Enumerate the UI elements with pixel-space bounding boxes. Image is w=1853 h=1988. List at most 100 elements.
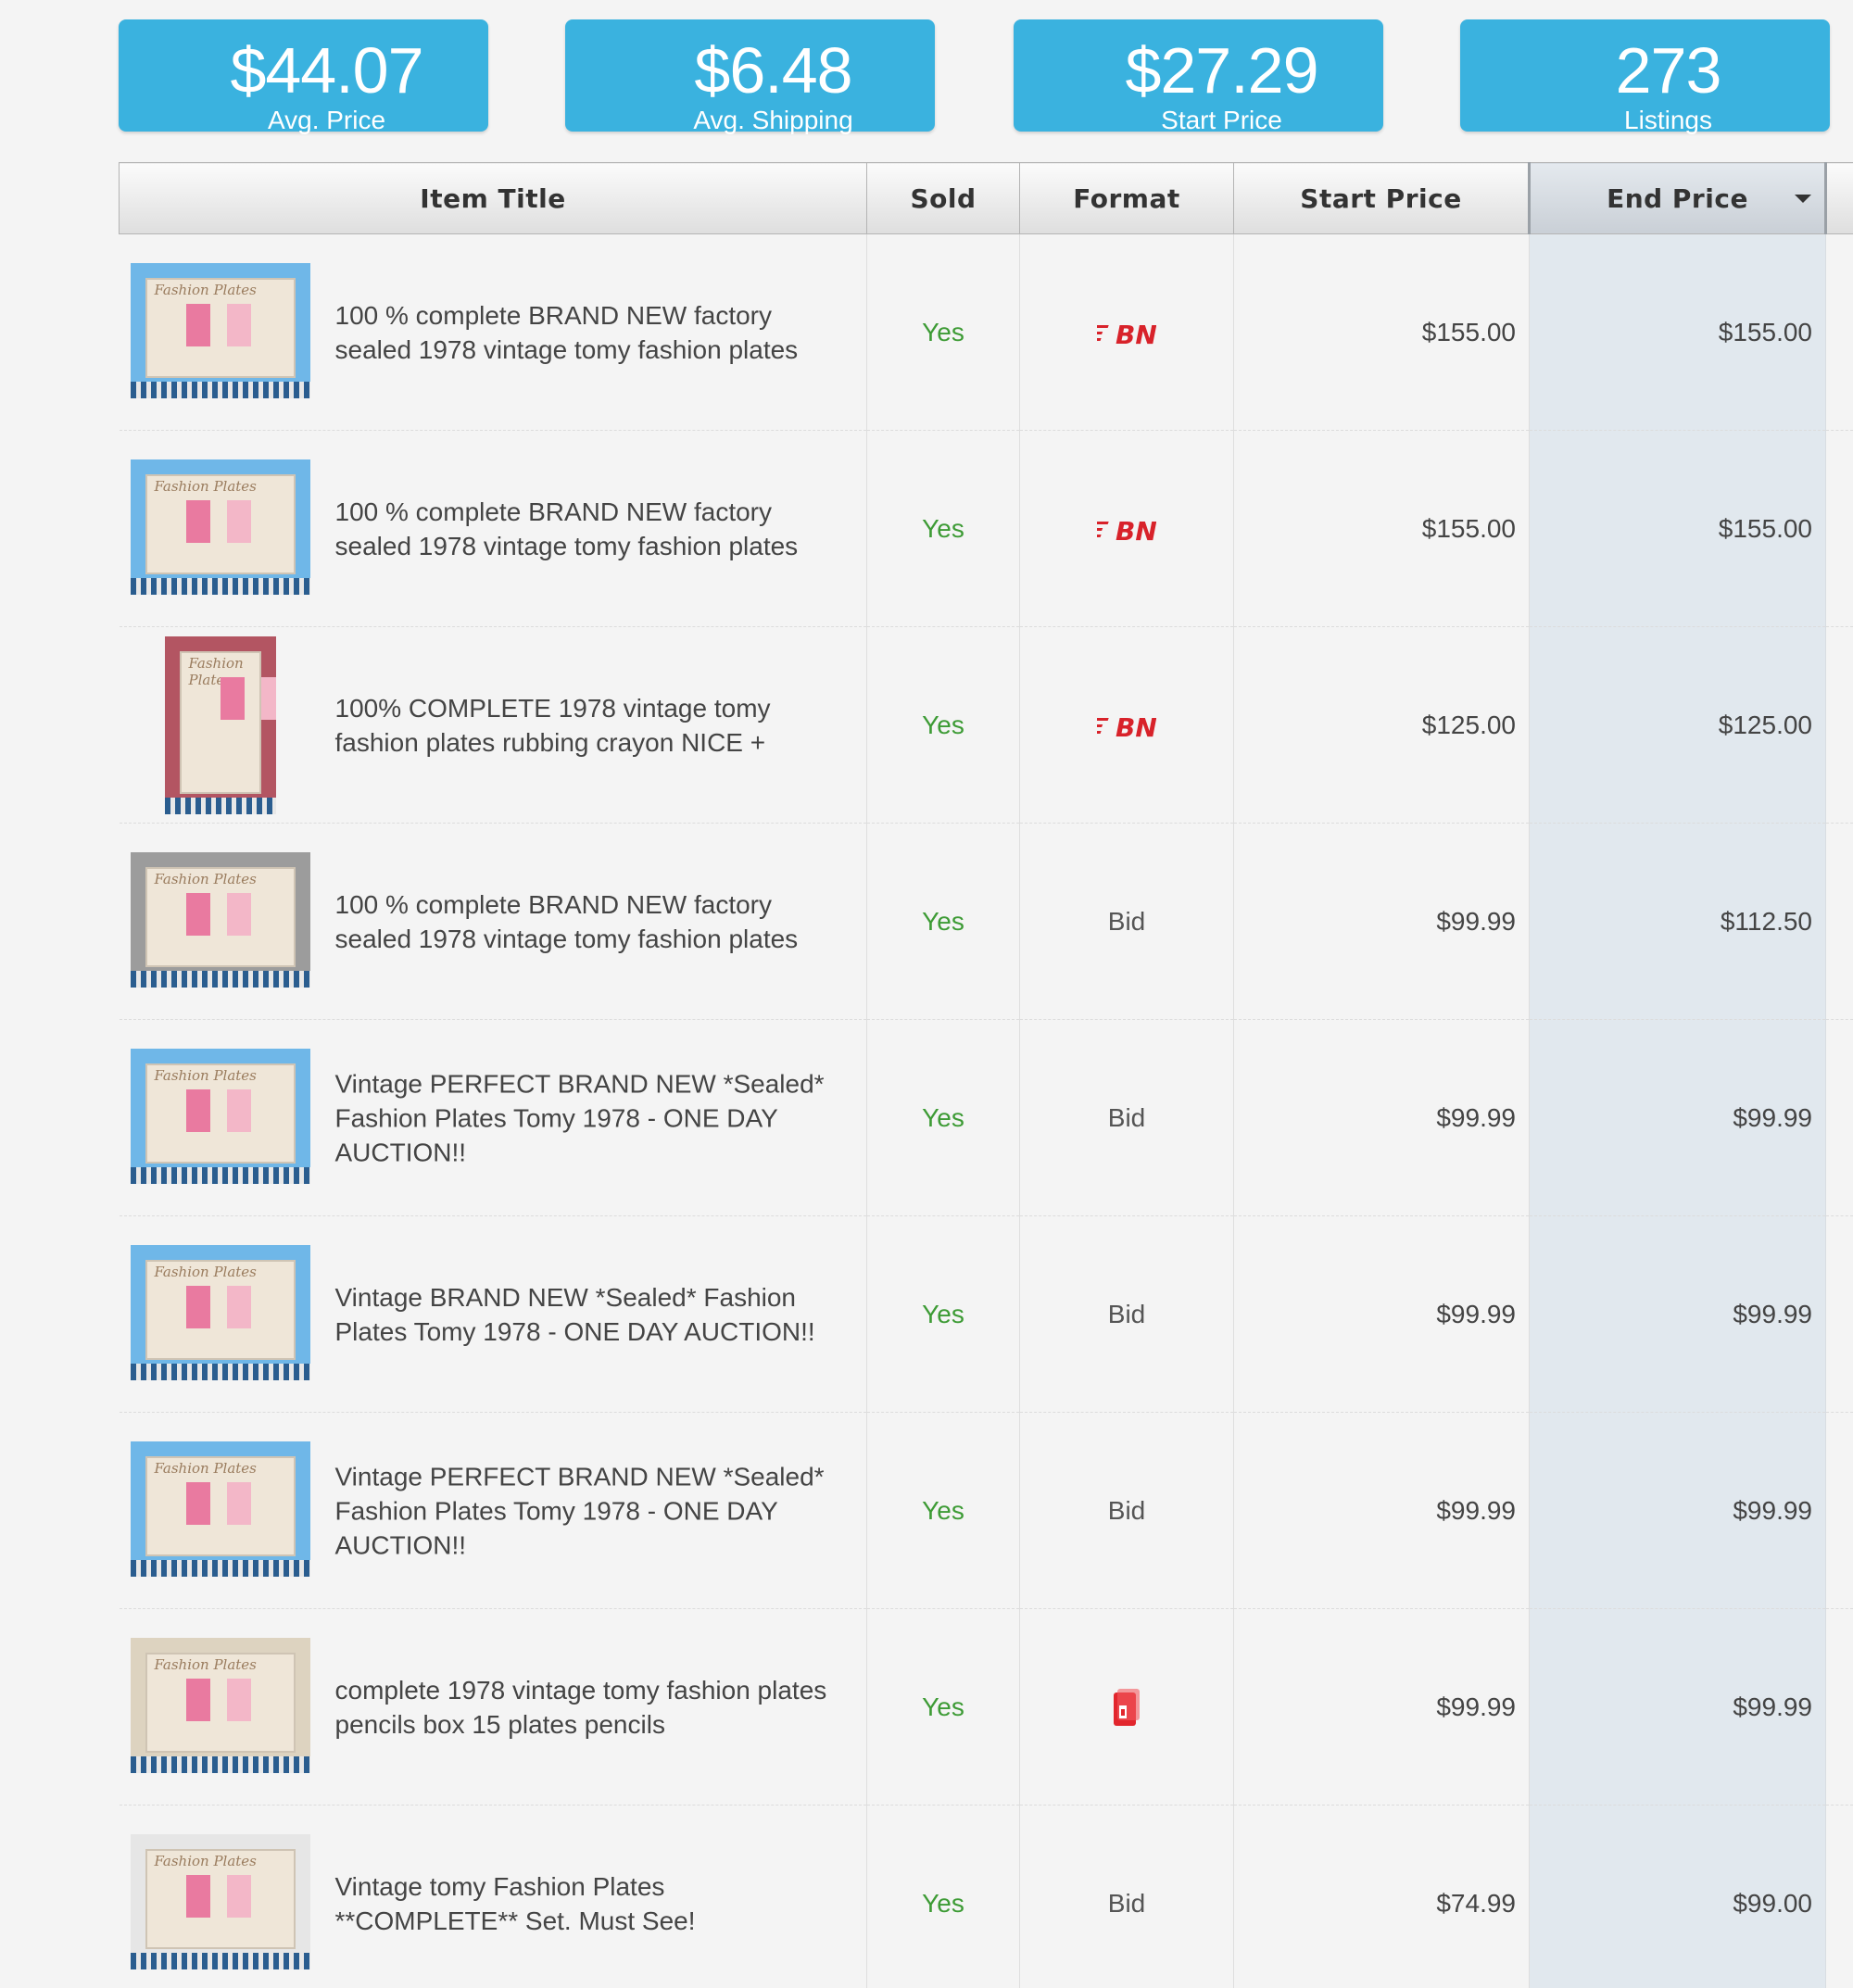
item-title-cell[interactable]: Fashion Plates 100 % complete BRAND NEW … [119,823,867,1020]
table-row[interactable]: Fashion Plates Vintage PERFECT BRAND NEW… [119,1019,1853,1216]
column-header-format[interactable]: Format [1019,162,1234,234]
item-thumbnail[interactable]: Fashion Plates [130,1049,310,1184]
end-price-cell: $99.00 [1529,1805,1826,1988]
column-header-item-title[interactable]: Item Title [119,162,867,234]
thumbnail-detail [226,500,251,543]
format-cell: Bid [1019,823,1234,1020]
thumbnail-caption: Fashion Plates [154,1067,257,1084]
item-title-cell[interactable]: Fashion Plates 100 % complete BRAND NEW … [119,430,867,627]
sold-cell: Yes [866,1215,1020,1413]
stat-label: Avg. Shipping [693,106,853,134]
column-header-sold[interactable]: Sold [866,162,1020,234]
start-price-cell: $74.99 [1233,1805,1530,1988]
table-row[interactable]: Fashion Plates Vintage PERFECT BRAND NEW… [119,1412,1853,1609]
table-row[interactable]: Fashion Plates 100 % complete BRAND NEW … [119,430,1853,627]
item-thumbnail[interactable]: Fashion Plates [164,636,276,814]
stat-value: $27.29 [1125,34,1318,107]
table-row[interactable]: Fashion Plates complete 1978 vintage tom… [119,1608,1853,1806]
item-title-cell[interactable]: Fashion Plates Vintage PERFECT BRAND NEW… [119,1412,867,1609]
stat-value: $6.48 [694,34,852,107]
table-row[interactable]: Fashion Plates Vintage BRAND NEW *Sealed… [119,1215,1853,1413]
thumbnail-detail [185,304,210,346]
summary-stats: $44.07 Avg. Price $6.48 Avg. Shipping $2… [0,0,1853,148]
thumbnail-strip [130,1167,310,1184]
item-thumbnail[interactable]: Fashion Plates [130,1441,310,1577]
sort-down-arrow-icon[interactable] [1795,195,1811,203]
stat-start-price: $27.29 Start Price [1014,19,1383,134]
item-thumbnail[interactable]: Fashion Plates [130,459,310,595]
format-cell: BN [1019,233,1234,431]
item-title-link[interactable]: Vintage PERFECT BRAND NEW *Sealed* Fashi… [335,1066,849,1169]
item-thumbnail[interactable]: Fashion Plates [130,1834,310,1969]
thumbnail-detail [260,677,276,720]
item-title-cell[interactable]: Fashion Plates 100 % complete BRAND NEW … [119,233,867,431]
item-title-cell[interactable]: Fashion Plates 100% COMPLETE 1978 vintag… [119,626,867,824]
extra-cell [1825,1215,1853,1413]
end-price-cell: $99.99 [1529,1608,1826,1806]
column-header-start-price[interactable]: Start Price [1233,162,1530,234]
thumbnail-detail [185,893,210,936]
item-thumbnail[interactable]: Fashion Plates [130,263,310,398]
sold-cell: Yes [866,1805,1020,1988]
thumbnail-caption: Fashion Plates [154,282,257,298]
start-price-cell: $125.00 [1233,626,1530,824]
format-label: BN [1116,712,1156,741]
stat-avg-price: $44.07 Avg. Price [119,19,488,134]
thumbnail-caption: Fashion Plates [154,478,257,495]
thumbnail-detail [185,1875,210,1918]
item-title-link[interactable]: complete 1978 vintage tomy fashion plate… [335,1673,849,1742]
item-thumbnail[interactable]: Fashion Plates [130,1638,310,1773]
listings-table-container: Item Title Sold Format Start Price End P… [119,162,1853,1988]
item-title-link[interactable]: 100 % complete BRAND NEW factory sealed … [335,495,849,563]
format-label: Bid [1107,1495,1146,1525]
thumbnail-caption: Fashion Plates [154,1656,257,1673]
table-row[interactable]: Fashion Plates Vintage tomy Fashion Plat… [119,1805,1853,1988]
end-price-cell: $155.00 [1529,233,1826,431]
format-label: Bid [1107,906,1146,936]
column-header-end-price[interactable]: End Price [1528,162,1827,234]
format-cell: BN [1019,626,1234,824]
thumbnail-detail [185,1089,210,1132]
buy-it-now-icon: BN [1097,712,1156,741]
end-price-cell: $125.00 [1529,626,1826,824]
listings-table: Item Title Sold Format Start Price End P… [119,162,1853,1988]
start-price-cell: $99.99 [1233,823,1530,1020]
format-cell: Bid [1019,1412,1234,1609]
sold-cell: Yes [866,430,1020,627]
table-row[interactable]: Fashion Plates 100% COMPLETE 1978 vintag… [119,626,1853,824]
end-price-cell: $112.50 [1529,823,1826,1020]
format-cell: Bid [1019,1805,1234,1988]
item-thumbnail[interactable]: Fashion Plates [130,852,310,988]
stat-value: $44.07 [230,34,423,107]
item-title-link[interactable]: Vintage BRAND NEW *Sealed* Fashion Plate… [335,1280,849,1349]
start-price-cell: $99.99 [1233,1215,1530,1413]
buy-it-now-icon: BN [1097,516,1156,545]
item-title-link[interactable]: 100 % complete BRAND NEW factory sealed … [335,887,849,956]
item-title-link[interactable]: Vintage PERFECT BRAND NEW *Sealed* Fashi… [335,1459,849,1562]
thumbnail-detail [226,1286,251,1328]
table-row[interactable]: Fashion Plates 100 % complete BRAND NEW … [119,823,1853,1020]
thumbnail-strip [130,1756,310,1773]
item-title-cell[interactable]: Fashion Plates complete 1978 vintage tom… [119,1608,867,1806]
format-cell: BN [1019,430,1234,627]
stat-label: Start Price [1161,106,1282,134]
column-header-end-price-label: End Price [1607,182,1748,214]
thumbnail-strip [130,971,310,988]
thumbnail-detail [226,893,251,936]
stat-value: 273 [1615,34,1722,107]
item-title-link[interactable]: 100% COMPLETE 1978 vintage tomy fashion … [335,691,849,760]
extra-cell [1825,233,1853,431]
thumbnail-detail [185,500,210,543]
table-row[interactable]: Fashion Plates 100 % complete BRAND NEW … [119,233,1853,431]
item-title-cell[interactable]: Fashion Plates Vintage PERFECT BRAND NEW… [119,1019,867,1216]
extra-cell [1825,1019,1853,1216]
thumbnail-caption: Fashion Plates [154,1853,257,1869]
item-title-link[interactable]: Vintage tomy Fashion Plates **COMPLETE**… [335,1869,849,1938]
item-title-cell[interactable]: Fashion Plates Vintage BRAND NEW *Sealed… [119,1215,867,1413]
extra-cell [1825,430,1853,627]
item-thumbnail[interactable]: Fashion Plates [130,1245,310,1380]
thumbnail-detail [185,1286,210,1328]
format-cell: Bid [1019,1215,1234,1413]
item-title-link[interactable]: 100 % complete BRAND NEW factory sealed … [335,298,849,367]
item-title-cell[interactable]: Fashion Plates Vintage tomy Fashion Plat… [119,1805,867,1988]
